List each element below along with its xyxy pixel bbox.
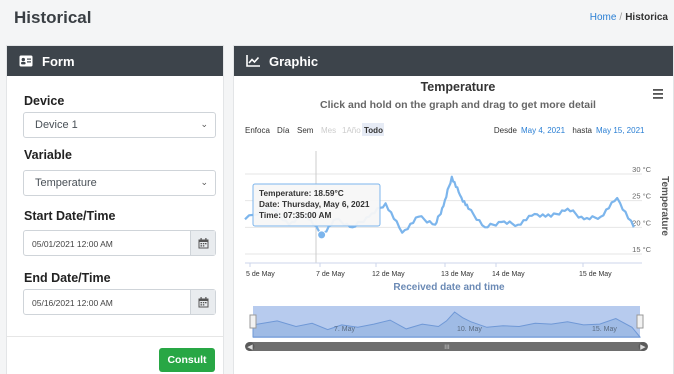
variable-select[interactable]: Temperature ⌄ (23, 170, 216, 196)
chart-title: Temperature (421, 80, 496, 94)
end-datetime-label: End Date/Time (24, 271, 111, 285)
navigator-scrollbar[interactable]: ◀ ▶ III (245, 342, 648, 351)
tooltip-temperature: Temperature: 18.59°C (259, 188, 344, 198)
graphic-card-header: Graphic (234, 46, 673, 76)
tooltip-time: Time: 07:35:00 AM (259, 210, 331, 220)
line-chart-icon (246, 55, 260, 67)
y-tick-label: 15 °C (632, 245, 651, 254)
chart-tooltip: Temperature: 18.59°C Date: Thursday, May… (252, 183, 381, 227)
range-button-2[interactable]: Mes (321, 126, 336, 135)
x-tick-label: 15 de May (579, 271, 612, 278)
from-label: Desde (494, 126, 518, 135)
y-tick-label: 30 °C (632, 165, 651, 174)
device-select-value: Device 1 (35, 119, 78, 131)
x-tick-label: 14 de May (492, 271, 525, 278)
range-button-3[interactable]: 1Año (342, 126, 361, 135)
end-datetime-value: 05/16/2021 12:00 AM (32, 298, 113, 308)
breadcrumb-separator: / (619, 12, 623, 23)
range-button-label: Todo (364, 126, 383, 135)
x-tick-label: 7 de May (316, 271, 345, 278)
to-date-input[interactable]: May 15, 2021 (596, 126, 645, 135)
consult-button[interactable]: Consult (159, 348, 215, 372)
breadcrumb: Home / Historica (590, 12, 668, 23)
range-button-4[interactable]: Todo (362, 123, 384, 136)
temperature-chart[interactable]: Temperature Click and hold on the graph … (234, 76, 674, 374)
chart-subtitle: Click and hold on the graph and drag to … (320, 99, 596, 111)
chevron-down-icon: ⌄ (200, 177, 208, 187)
to-label: hasta (572, 126, 592, 135)
x-tick-label: 13 de May (441, 271, 474, 278)
start-datetime-label: Start Date/Time (24, 209, 116, 223)
x-axis-title: Received date and time (393, 282, 505, 293)
device-label: Device (24, 94, 65, 108)
range-button-label: Sem (297, 126, 314, 135)
scroll-left-icon: ◀ (247, 344, 253, 351)
calendar-icon[interactable] (190, 290, 215, 314)
form-card: Form Device Device 1 ⌄ Variable Temperat… (6, 45, 224, 374)
y-tick-label: 20 °C (632, 218, 651, 227)
device-select[interactable]: Device 1 ⌄ (23, 112, 216, 138)
page-title: Historical (14, 8, 92, 27)
id-card-icon (19, 55, 33, 67)
zoom-label: Enfoca (245, 126, 270, 135)
variable-select-value: Temperature (35, 177, 97, 189)
y-tick-label: 25 °C (632, 192, 651, 201)
from-date-input[interactable]: May 4, 2021 (521, 126, 566, 135)
form-card-title: Form (42, 53, 75, 69)
range-button-label: Mes (321, 126, 336, 135)
navigator-label: 7. May (334, 326, 356, 333)
form-divider (7, 336, 223, 337)
range-button-label: 1Año (342, 126, 361, 135)
navigator-label: 15. May (592, 326, 617, 333)
variable-label: Variable (24, 148, 72, 162)
start-datetime-field[interactable]: 05/01/2021 12:00 AM (23, 230, 216, 256)
scroll-right-icon: ▶ (640, 344, 646, 351)
navigator-label: 10. May (457, 326, 482, 333)
range-button-label: Día (277, 126, 290, 135)
x-tick-label: 5 de May (246, 271, 275, 278)
end-datetime-field[interactable]: 05/16/2021 12:00 AM (23, 289, 216, 315)
navigator[interactable]: 7. May 10. May 15. May (249, 306, 644, 338)
navigator-handle-left[interactable] (249, 314, 257, 329)
graphic-card: Graphic Temperature Click and hold on th… (233, 45, 674, 374)
scrollbar-grip[interactable]: III (444, 344, 450, 351)
breadcrumb-current: Historica (625, 12, 668, 23)
hamburger-icon[interactable] (653, 89, 663, 99)
breadcrumb-home-link[interactable]: Home (590, 12, 617, 23)
range-button-1[interactable]: Sem (297, 126, 314, 135)
navigator-handle-right[interactable] (636, 314, 644, 329)
tooltip-date: Date: Thursday, May 6, 2021 (259, 199, 370, 209)
calendar-icon[interactable] (190, 231, 215, 255)
x-tick-label: 12 de May (372, 271, 405, 278)
y-axis-title: Temperature (659, 176, 670, 236)
graphic-card-title: Graphic (269, 53, 319, 69)
start-datetime-value: 05/01/2021 12:00 AM (32, 239, 113, 249)
form-card-header: Form (7, 46, 223, 76)
range-button-0[interactable]: Día (277, 126, 290, 135)
hovered-data-point[interactable] (317, 230, 327, 240)
chevron-down-icon: ⌄ (200, 119, 208, 129)
